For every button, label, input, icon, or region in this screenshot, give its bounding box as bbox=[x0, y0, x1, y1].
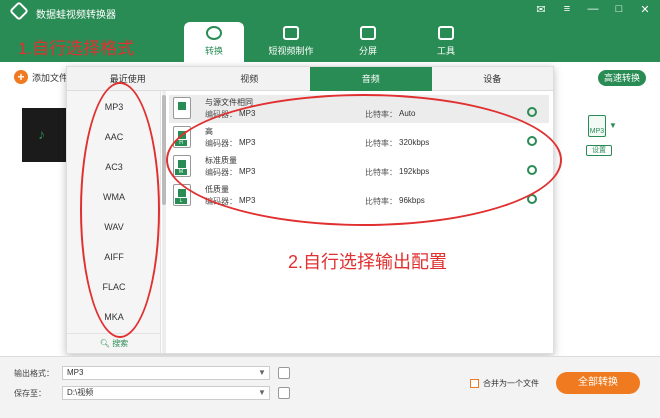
nav-tab-split-screen[interactable]: 分屏 bbox=[338, 22, 398, 62]
preset-row[interactable]: H 高 编码器： MP3 比特率： 320kbps bbox=[169, 124, 549, 152]
feedback-icon[interactable]: ✉ bbox=[534, 3, 548, 16]
nav-tab-convert[interactable]: 转换 bbox=[184, 22, 244, 62]
format-item-aiff[interactable]: AIFF bbox=[67, 247, 161, 267]
folder-icon[interactable] bbox=[278, 387, 290, 399]
chevron-down-icon[interactable]: ▼ bbox=[258, 388, 266, 397]
nav-tab-label: 工具 bbox=[436, 46, 455, 56]
nav-tab-short-video[interactable]: 短视频制作 bbox=[261, 22, 321, 62]
add-file-button[interactable]: + 添加文件 bbox=[14, 70, 68, 84]
tab-device[interactable]: 设备 bbox=[432, 67, 554, 91]
preset-name: 标准质量 bbox=[205, 156, 237, 165]
bitrate-value: 320kbps bbox=[399, 138, 430, 147]
save-to-label: 保存至： bbox=[14, 389, 46, 398]
preset-name: 高 bbox=[205, 127, 213, 136]
convert-all-button[interactable]: 全部转换 bbox=[556, 372, 640, 394]
scrollbar-thumb[interactable] bbox=[162, 95, 166, 205]
format-item-aac[interactable]: AAC bbox=[67, 127, 161, 147]
quality-badge: H bbox=[175, 140, 187, 146]
caret-down-icon[interactable]: ▼ bbox=[609, 121, 617, 130]
nav-tab-label: 短视频制作 bbox=[268, 46, 314, 56]
gear-icon[interactable] bbox=[527, 136, 537, 146]
audio-file-icon bbox=[173, 97, 191, 119]
gear-icon[interactable] bbox=[527, 107, 537, 117]
maximize-icon[interactable]: □ bbox=[612, 3, 626, 16]
encoder-label: 编码器： bbox=[205, 168, 237, 177]
preset-name: 低质量 bbox=[205, 185, 229, 194]
tab-video[interactable]: 视频 bbox=[189, 67, 311, 91]
music-note-icon: ♪ bbox=[38, 126, 45, 142]
bitrate-label: 比特率： bbox=[365, 110, 397, 119]
app-title: 数据蛙视频转换器 bbox=[36, 10, 116, 21]
bitrate-label: 比特率： bbox=[365, 139, 397, 148]
encoder-value: MP3 bbox=[239, 138, 256, 147]
minimize-icon[interactable]: — bbox=[586, 3, 600, 16]
window-controls: ✉ ≡ — □ ✕ bbox=[534, 3, 652, 16]
add-file-label: 添加文件 bbox=[32, 72, 69, 83]
output-format-select[interactable]: MP3 bbox=[62, 366, 270, 380]
output-format-label: 输出格式： bbox=[14, 369, 54, 378]
encoder-value: MP3 bbox=[239, 196, 256, 205]
output-format-badge[interactable]: MP3 bbox=[588, 115, 606, 137]
quality-badge: L bbox=[175, 198, 187, 204]
save-path-select[interactable]: D:\视频 bbox=[62, 386, 270, 400]
nav-tab-tools[interactable]: 工具 bbox=[416, 22, 476, 62]
tv-icon bbox=[283, 26, 299, 40]
fast-convert-button[interactable]: 高速转换 bbox=[597, 70, 646, 86]
encoder-label: 编码器： bbox=[205, 139, 237, 148]
toolbox-icon bbox=[438, 26, 454, 40]
search-icon: 🔍︎ bbox=[99, 339, 113, 348]
format-item-wma[interactable]: WMA bbox=[67, 187, 161, 207]
annotation-step1: 1.自行选择格式 bbox=[18, 39, 135, 58]
merge-checkbox[interactable] bbox=[470, 379, 479, 388]
format-item-mka[interactable]: MKA bbox=[67, 307, 161, 327]
format-item-mp3[interactable]: MP3 bbox=[67, 97, 161, 117]
bitrate-value: 192kbps bbox=[399, 167, 430, 176]
merge-label: 合并为一个文件 bbox=[483, 379, 539, 388]
format-list: MP3 AAC AC3 WMA WAV AIFF FLAC MKA 🔍︎ 搜索 bbox=[67, 91, 161, 353]
merge-option[interactable]: 合并为一个文件 bbox=[470, 378, 539, 389]
format-item-ac3[interactable]: AC3 bbox=[67, 157, 161, 177]
bitrate-value: 96kbps bbox=[399, 196, 425, 205]
settings-button[interactable]: 设置 bbox=[586, 145, 612, 156]
encoder-label: 编码器： bbox=[205, 197, 237, 206]
gear-icon[interactable] bbox=[527, 194, 537, 204]
format-search-button[interactable]: 🔍︎ 搜索 bbox=[67, 333, 161, 353]
menu-icon[interactable]: ≡ bbox=[560, 3, 574, 16]
encoder-label: 编码器： bbox=[205, 110, 237, 119]
app-logo-icon bbox=[9, 1, 29, 21]
close-icon[interactable]: ✕ bbox=[638, 3, 652, 16]
chevron-down-icon[interactable]: ▼ bbox=[258, 368, 266, 377]
plus-icon: + bbox=[14, 70, 28, 84]
annotation-step2: 2.自行选择输出配置 bbox=[288, 252, 448, 272]
format-item-wav[interactable]: WAV bbox=[67, 217, 161, 237]
format-item-flac[interactable]: FLAC bbox=[67, 277, 161, 297]
tab-audio[interactable]: 音频 bbox=[310, 67, 432, 91]
preset-row[interactable]: M 标准质量 编码器： MP3 比特率： 192kbps bbox=[169, 153, 549, 181]
encoder-value: MP3 bbox=[239, 109, 256, 118]
bitrate-label: 比特率： bbox=[365, 197, 397, 206]
bitrate-label: 比特率： bbox=[365, 168, 397, 177]
gear-icon[interactable] bbox=[527, 165, 537, 175]
tab-recent[interactable]: 最近使用 bbox=[67, 67, 189, 91]
nav-tab-label: 分屏 bbox=[358, 46, 377, 56]
nav-tab-label: 转换 bbox=[204, 46, 223, 56]
search-label: 搜索 bbox=[112, 339, 129, 348]
quality-badge: M bbox=[175, 169, 187, 175]
encoder-value: MP3 bbox=[239, 167, 256, 176]
popup-tabs: 最近使用 视频 音频 设备 bbox=[67, 67, 553, 91]
edit-format-icon[interactable] bbox=[278, 367, 290, 379]
bitrate-value: Auto bbox=[399, 109, 416, 118]
format-popup: 最近使用 视频 音频 设备 MP3 AAC AC3 WMA WAV AIFF F… bbox=[66, 66, 554, 354]
preset-name: 与源文件相同 bbox=[205, 98, 253, 107]
split-screen-icon bbox=[360, 26, 376, 40]
preset-row[interactable]: L 低质量 编码器： MP3 比特率： 96kbps bbox=[169, 182, 549, 210]
convert-icon bbox=[206, 26, 222, 40]
preset-row[interactable]: 与源文件相同 编码器： MP3 比特率： Auto bbox=[169, 95, 549, 123]
